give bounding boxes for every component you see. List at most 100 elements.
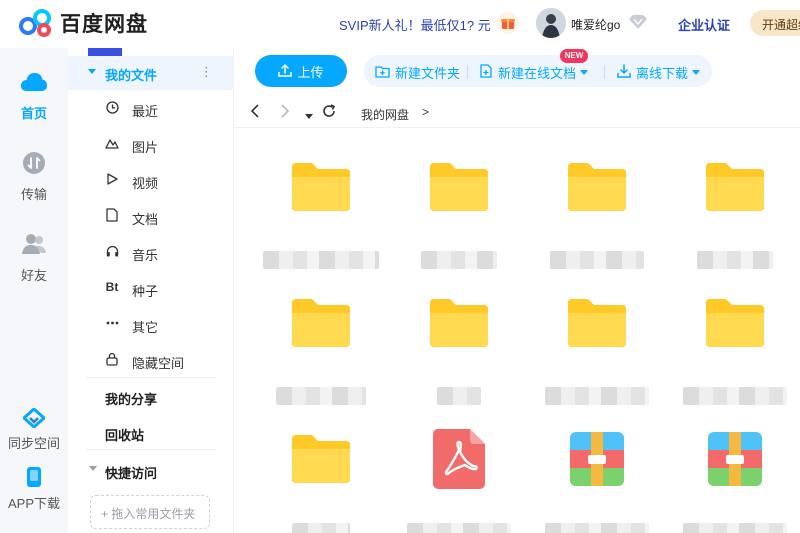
sidebar-item-other[interactable]: 其它 (68, 309, 234, 339)
folder-icon (703, 291, 767, 355)
sidebar-item-documents[interactable]: 文档 (68, 201, 234, 231)
rail-item-label: 首页 (20, 106, 47, 121)
more-vertical-icon[interactable]: ⋮ (200, 64, 213, 80)
forward-arrow-icon[interactable] (280, 104, 290, 121)
upload-icon (278, 63, 293, 80)
file-name-redacted (673, 387, 797, 407)
offline-download-label: 离线下载 (636, 66, 689, 81)
new-online-doc-label: 新建在线文档 (498, 66, 577, 81)
friends-icon (21, 234, 47, 259)
file-item[interactable] (397, 427, 517, 533)
folder-icon (427, 291, 491, 355)
rail-item-label: APP下载 (7, 496, 60, 511)
vip-diamond-icon[interactable] (628, 15, 648, 34)
file-item[interactable] (535, 291, 655, 411)
file-item[interactable] (259, 155, 379, 275)
new-doc-icon (480, 64, 493, 81)
offline-download-button[interactable]: 离线下载 (617, 63, 701, 82)
sidebar-item-label: 视频 (132, 176, 159, 191)
collapse-caret-icon[interactable] (89, 466, 97, 471)
file-name-redacted (535, 387, 659, 407)
file-name-redacted (397, 251, 521, 271)
bt-icon: Bt (105, 280, 119, 294)
drop-folder-zone[interactable]: + 拖入常用文件夹 (90, 495, 210, 529)
back-arrow-icon[interactable] (250, 104, 260, 121)
sidebar-item-recycle-bin[interactable]: 回收站 (105, 425, 144, 444)
folder-icon (703, 155, 767, 219)
refresh-icon[interactable] (322, 104, 336, 121)
phone-icon (26, 467, 42, 491)
rail-item-home[interactable]: 首页 (0, 70, 68, 122)
sidebar-item-my-files[interactable]: 我的文件 ⋮ (68, 48, 234, 90)
sidebar-item-images[interactable]: 图片 (68, 129, 234, 159)
upload-label: 上传 (297, 64, 324, 80)
dropdown-caret-icon (692, 70, 701, 75)
sync-icon (21, 406, 47, 431)
new-online-doc-button[interactable]: 新建在线文档 (480, 63, 589, 82)
path-nav: 我的网盘 > (234, 98, 800, 128)
file-name-redacted (673, 523, 797, 533)
file-item[interactable] (673, 155, 793, 275)
file-name-redacted (397, 523, 521, 533)
dropdown-caret-icon (580, 70, 589, 75)
breadcrumb[interactable]: 我的网盘 (361, 106, 409, 123)
netdisk-logo-icon (18, 8, 54, 38)
rail-item-label: 传输 (20, 187, 47, 202)
sidebar-item-music[interactable]: 音乐 (68, 237, 234, 267)
archive-icon (703, 427, 767, 491)
upload-button[interactable]: 上传 (255, 55, 347, 87)
file-item[interactable] (535, 427, 655, 533)
sidebar: 我的文件 ⋮ 最近 图片 视频 文档 音乐 Bt 种子 其它 隐藏空间 我的分享… (68, 48, 234, 533)
expand-caret-icon[interactable] (88, 69, 96, 74)
divider (604, 65, 605, 79)
download-icon (617, 64, 631, 81)
breadcrumb-separator: > (422, 105, 430, 119)
new-folder-button[interactable]: 新建文件夹 (375, 63, 460, 82)
baidu-netdisk-window: 百度网盘 SVIP新人礼！最低仅1? 元 唯爱纶go 企业认证 开通超级 首页 … (0, 0, 800, 533)
file-item[interactable] (397, 155, 517, 275)
sidebar-item-label: 最近 (132, 104, 159, 119)
play-icon (105, 171, 119, 187)
file-grid (234, 130, 800, 533)
logo[interactable]: 百度网盘 (18, 8, 148, 38)
enterprise-verify-link[interactable]: 企业认证 (678, 15, 730, 34)
sidebar-item-videos[interactable]: 视频 (68, 165, 234, 195)
sidebar-item-torrents[interactable]: Bt 种子 (68, 273, 234, 303)
gift-icon[interactable] (497, 12, 519, 34)
file-name-redacted (673, 251, 797, 271)
rail-item-app-download[interactable]: APP下载 (0, 466, 68, 512)
sidebar-item-label: 隐藏空间 (132, 356, 185, 371)
sidebar-item-recent[interactable]: 最近 (68, 93, 234, 123)
file-item[interactable] (673, 291, 793, 411)
open-svip-button[interactable]: 开通超级 (750, 10, 800, 36)
history-caret-icon[interactable] (305, 107, 313, 123)
file-item[interactable] (535, 155, 655, 275)
clock-icon (105, 99, 119, 115)
file-item[interactable] (397, 291, 517, 411)
folder-icon (565, 155, 629, 219)
file-item[interactable] (259, 291, 379, 411)
sidebar-item-label: 图片 (132, 140, 159, 155)
sidebar-item-label: 其它 (132, 320, 159, 335)
rail-item-friends[interactable]: 好友 (0, 232, 68, 284)
transfer-icon (22, 152, 46, 178)
sidebar-item-my-share[interactable]: 我的分享 (105, 389, 157, 408)
svip-promo-link[interactable]: SVIP新人礼！最低仅1? 元 (339, 15, 491, 34)
lock-icon (105, 351, 119, 367)
file-item[interactable] (259, 427, 379, 533)
rail-item-transfer[interactable]: 传输 (0, 151, 68, 203)
sidebar-item-label: 文档 (132, 212, 159, 227)
avatar[interactable] (536, 8, 566, 38)
cloud-icon (20, 73, 48, 97)
top-bar: 百度网盘 SVIP新人礼！最低仅1? 元 唯爱纶go 企业认证 开通超级 (0, 0, 800, 48)
folder-icon (427, 155, 491, 219)
new-folder-label: 新建文件夹 (395, 66, 461, 81)
sidebar-item-quick-access[interactable]: 快捷访问 (105, 463, 157, 482)
file-name-redacted (535, 251, 659, 271)
username[interactable]: 唯爱纶go (571, 16, 620, 33)
folder-icon (289, 155, 353, 219)
file-item[interactable] (673, 427, 793, 533)
sidebar-item-hidden-space[interactable]: 隐藏空间 (68, 345, 234, 375)
rail-item-sync-space[interactable]: 同步空间 (0, 406, 68, 452)
folder-icon (289, 427, 353, 491)
